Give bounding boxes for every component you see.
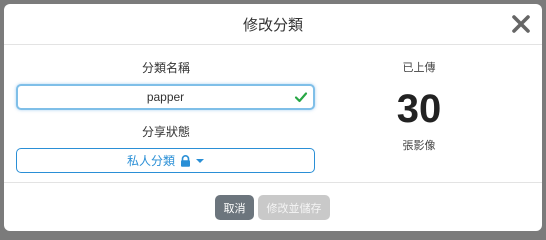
modal-header: 修改分類 — [4, 4, 542, 45]
image-count: 30 — [396, 87, 442, 131]
category-form: 分類名稱 分享狀態 私人分類 — [16, 45, 316, 173]
lock-icon — [181, 154, 190, 167]
close-icon — [512, 15, 530, 33]
check-icon — [294, 92, 308, 103]
share-status-value: 私人分類 — [126, 154, 175, 168]
upload-stats: 已上傳 30 張影像 — [359, 45, 479, 153]
category-name-field — [16, 84, 315, 110]
save-changes-button[interactable]: 修改並儲存 — [258, 195, 330, 220]
image-count-unit: 張影像 — [402, 139, 436, 152]
category-name-input[interactable] — [18, 86, 313, 108]
modal-title: 修改分類 — [242, 15, 303, 34]
uploaded-label: 已上傳 — [402, 61, 436, 74]
cancel-button[interactable]: 取消 — [215, 195, 254, 220]
edit-category-modal: 修改分類 分類名稱 分享狀態 私人分類 已上傳 3 — [4, 4, 542, 231]
caret-down-icon — [196, 158, 204, 163]
share-status-label: 分享狀態 — [141, 125, 190, 139]
share-status-dropdown[interactable]: 私人分類 — [16, 148, 315, 173]
close-button[interactable] — [510, 13, 532, 35]
category-name-label: 分類名稱 — [141, 61, 190, 75]
modal-footer: 取消 修改並儲存 — [4, 182, 542, 231]
